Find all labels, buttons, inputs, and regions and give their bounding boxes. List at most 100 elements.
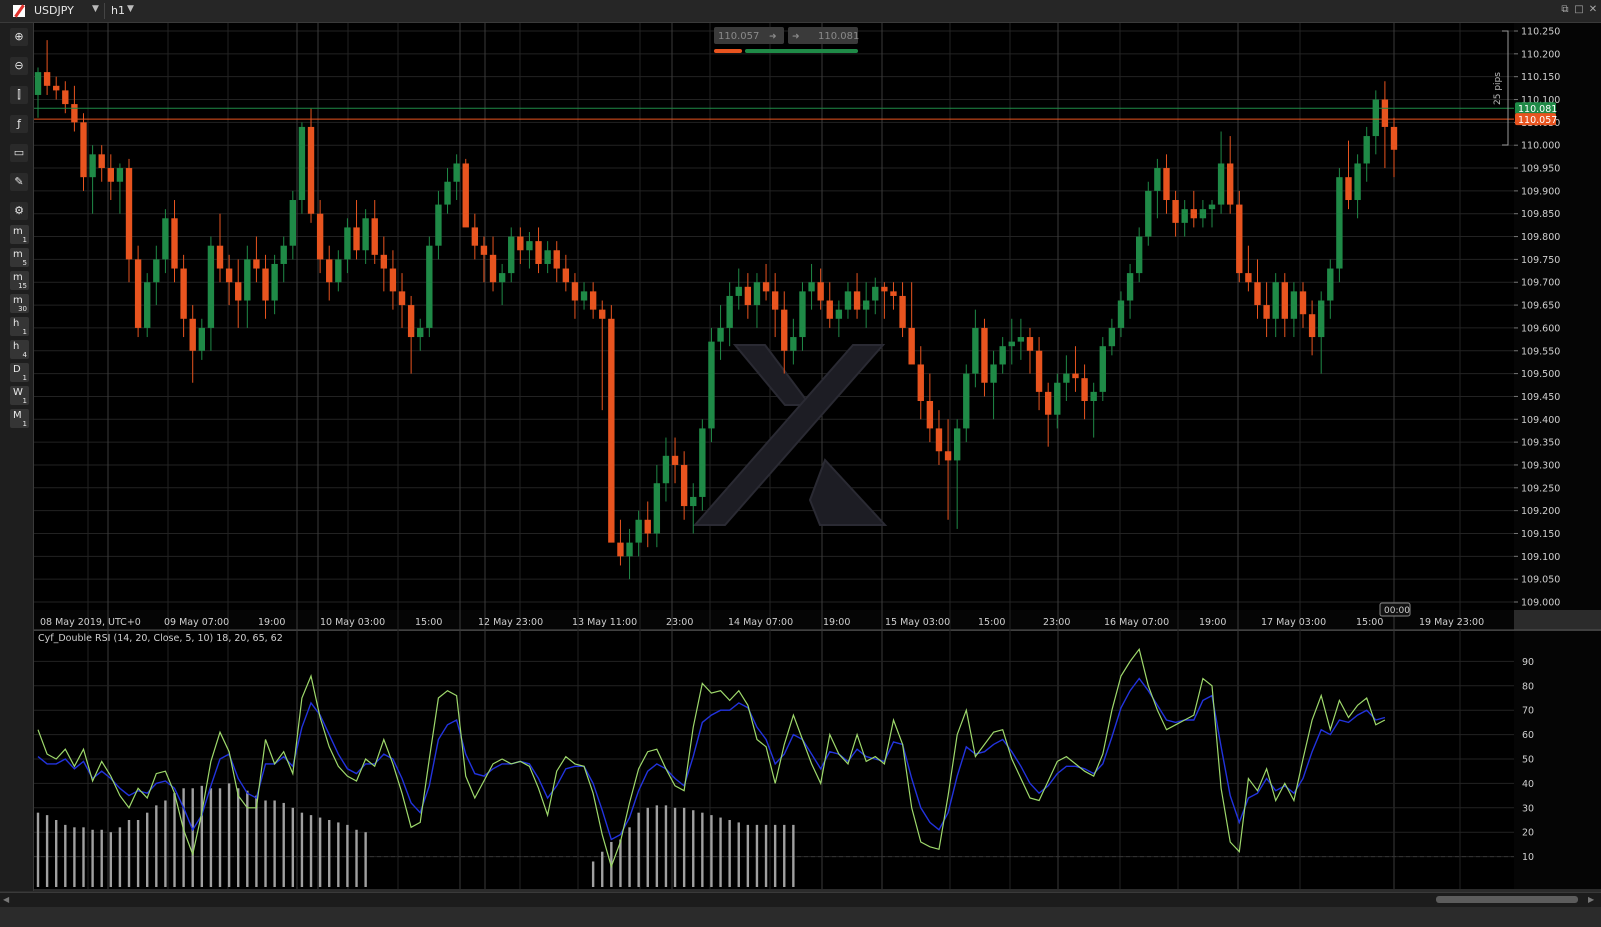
indicator-level-label: 90 <box>1522 657 1534 668</box>
histogram-bar <box>737 822 740 887</box>
histogram-bar <box>164 800 167 887</box>
candle-body <box>544 250 551 264</box>
candle-body <box>1227 163 1234 205</box>
candle-body <box>253 259 260 269</box>
candle-body <box>1354 163 1361 201</box>
horizontal-scrollbar[interactable] <box>0 892 1601 907</box>
histogram-bar <box>200 785 204 887</box>
histogram-bar <box>337 822 340 887</box>
histogram-bar <box>264 800 267 887</box>
candle-body <box>125 168 133 260</box>
price-label: 109.100 <box>1521 552 1560 563</box>
candle-body <box>963 373 970 429</box>
histogram-bar <box>764 824 768 887</box>
indicator-title: Cyf_Double RSI (14, 20, Close, 5, 10) 18… <box>38 633 283 644</box>
candle-body <box>1327 268 1334 301</box>
candle-body <box>735 286 742 296</box>
candle-body <box>171 218 178 269</box>
candle-body <box>326 259 333 283</box>
histogram-bar <box>136 820 140 887</box>
price-label: 109.850 <box>1521 209 1560 220</box>
sell-arrow-icon: ➜ <box>769 32 777 42</box>
histogram-bar <box>100 829 103 887</box>
price-label: 110.250 <box>1521 27 1560 38</box>
histogram-bar <box>364 832 367 887</box>
candle-body <box>762 282 770 292</box>
price-label: 109.300 <box>1521 460 1560 471</box>
status-strip <box>0 907 1601 927</box>
candle-body <box>225 268 233 283</box>
candle-body <box>1044 391 1052 415</box>
time-label: 08 May 2019, UTC+0 <box>40 617 141 628</box>
price-label: 109.750 <box>1521 255 1560 266</box>
candle-body <box>935 428 943 452</box>
histogram-bar <box>318 817 322 887</box>
price-label: 110.200 <box>1521 49 1560 60</box>
candle-body <box>289 200 297 246</box>
candle-body <box>1072 373 1079 379</box>
candle-body <box>1217 163 1225 205</box>
candle-body <box>817 282 824 301</box>
candle-body <box>1154 168 1161 191</box>
candle-body <box>116 168 124 182</box>
histogram-bar <box>227 783 231 887</box>
candle-body <box>153 259 160 283</box>
scroll-thumb[interactable] <box>1436 896 1578 903</box>
candle-body <box>981 327 988 383</box>
candle-body <box>353 227 360 251</box>
candle-body <box>1345 177 1352 201</box>
scroll-right-icon[interactable]: ▶ <box>1588 895 1594 904</box>
time-label: 15 May 03:00 <box>885 617 950 628</box>
sell-price: 110.057 <box>718 31 759 42</box>
histogram-bar <box>273 800 276 887</box>
candle-body <box>362 218 369 251</box>
candle-body <box>316 213 324 260</box>
candle-body <box>1163 168 1170 201</box>
candle-body <box>498 273 506 283</box>
candle-body <box>1381 99 1389 127</box>
scroll-left-icon[interactable]: ◀ <box>3 895 9 904</box>
price-label: 109.900 <box>1521 186 1560 197</box>
price-label: 109.550 <box>1521 346 1560 357</box>
histogram-bar <box>282 802 285 887</box>
candle-body <box>517 236 524 251</box>
histogram-bar <box>127 820 131 887</box>
candle-body <box>726 295 733 328</box>
time-label: 23:00 <box>666 617 693 628</box>
candle-body <box>1318 300 1325 338</box>
candle-body <box>1290 291 1298 319</box>
buy-arrow-icon: ➜ <box>792 32 800 42</box>
candle-body <box>599 309 606 319</box>
candle-body <box>844 291 852 310</box>
candle-body <box>144 282 151 328</box>
price-label: 110.000 <box>1521 141 1560 152</box>
histogram-bar <box>91 829 94 887</box>
candle-body <box>307 126 315 214</box>
candle-body <box>53 85 60 91</box>
candle-body <box>89 154 96 178</box>
time-label: 19:00 <box>1199 617 1226 628</box>
histogram-bar <box>646 807 649 887</box>
candle-body <box>644 519 651 534</box>
candle-body <box>180 268 187 319</box>
histogram-bar <box>36 812 40 887</box>
histogram-bar <box>309 815 313 887</box>
price-label: 109.800 <box>1521 232 1560 243</box>
candle-body <box>926 401 934 429</box>
candle-body <box>608 318 615 543</box>
candle-body <box>835 309 843 319</box>
histogram-bar <box>64 824 67 887</box>
candle-body <box>680 464 688 507</box>
candle-body <box>1172 200 1179 223</box>
histogram-bar <box>246 790 249 887</box>
chart-area[interactable]: 110.250110.200110.150110.100110.050110.0… <box>0 0 1601 891</box>
price-label: 109.250 <box>1521 483 1560 494</box>
candle-body <box>1026 337 1034 351</box>
candle-body <box>862 300 870 310</box>
histogram-bar <box>692 810 695 887</box>
histogram-bar <box>173 793 176 887</box>
candle-body <box>235 282 242 301</box>
candle-body <box>1199 209 1207 219</box>
time-label: 12 May 23:00 <box>478 617 543 628</box>
histogram-bar <box>55 820 58 887</box>
